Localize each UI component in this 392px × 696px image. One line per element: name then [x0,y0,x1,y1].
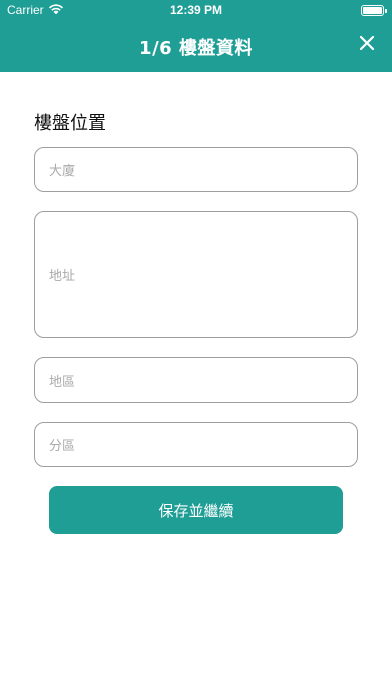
district-placeholder: 地區 [49,374,76,390]
battery-icon [361,5,387,16]
battery-level [363,7,382,14]
nav-title: 1/6 樓盤資料 [139,38,253,59]
close-button[interactable] [354,32,380,58]
screen: Carrier 12:39 PM 1/6 樓盤資料 樓盤位置 大廈 地址 地區 … [0,0,392,696]
status-time: 12:39 PM [169,3,223,17]
area-placeholder: 分區 [49,439,76,454]
address-placeholder: 地址 [49,269,76,284]
district-field[interactable]: 地區 [34,357,358,403]
building-placeholder: 大廈 [49,164,76,179]
status-bar: Carrier 12:39 PM [0,0,392,22]
top-bar: Carrier 12:39 PM 1/6 樓盤資料 [0,0,392,72]
section-title: 樓盤位置 [34,113,106,134]
area-field[interactable]: 分區 [34,422,358,467]
save-continue-button[interactable]: 保存並繼續 [49,486,343,534]
address-field[interactable]: 地址 [34,211,358,338]
nav-bar: 1/6 樓盤資料 [0,22,392,72]
close-icon [359,35,375,55]
building-field[interactable]: 大廈 [34,147,358,192]
